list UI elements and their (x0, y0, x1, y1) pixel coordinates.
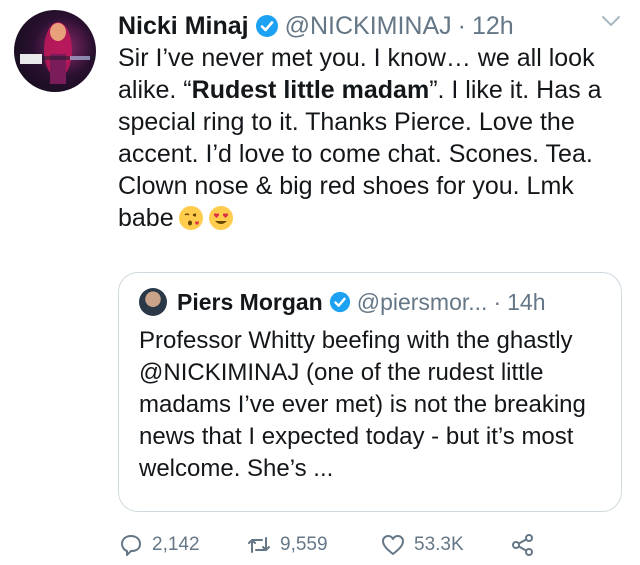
quoted-tweet-text: Professor Whitty beefing with the ghastl… (139, 327, 586, 482)
like-count: 53.3K (414, 534, 464, 555)
like-button[interactable]: 53.3K (380, 532, 464, 558)
separator-dot: · (493, 288, 502, 315)
reply-icon (121, 535, 141, 556)
author-name[interactable]: Nicki Minaj (118, 12, 249, 41)
face-blowing-kiss-icon (178, 206, 203, 230)
separator-dot: · (457, 11, 466, 40)
heart-icon (382, 535, 404, 555)
retweet-icon (248, 537, 270, 553)
share-button[interactable] (510, 532, 544, 558)
quoted-tweet-header: Piers Morgan @piersmor... · 14h (139, 287, 607, 317)
retweet-button[interactable]: 9,559 (246, 532, 328, 558)
quoted-tweet[interactable]: Piers Morgan @piersmor... · 14h Professo… (118, 272, 622, 512)
verified-badge-icon (329, 291, 350, 313)
reply-count: 2,142 (152, 534, 200, 555)
verified-badge-icon (255, 15, 278, 37)
quoted-author-avatar (139, 288, 167, 316)
tweet-header: Nicki Minaj @NICKIMINAJ · 12h (118, 10, 620, 42)
tweet-text: Sir I’ve never met you. I know… we all l… (118, 42, 628, 239)
tweet-timestamp[interactable]: 12h (472, 12, 514, 41)
author-handle[interactable]: @NICKIMINAJ (285, 12, 452, 41)
share-icon (512, 534, 533, 556)
quoted-author-name: Piers Morgan (177, 288, 323, 315)
reply-button[interactable]: 2,142 (118, 532, 200, 558)
heart-eyes-icon (208, 206, 233, 230)
album-art-icon (14, 22, 96, 84)
tweet-text-bold: Rudest little madam (191, 76, 430, 104)
quoted-timestamp: 14h (507, 288, 546, 315)
retweet-count: 9,559 (280, 534, 328, 555)
tweet-actions: 2,142 9,559 53.3K (118, 532, 618, 564)
chevron-down-icon[interactable] (600, 14, 622, 28)
author-avatar[interactable] (14, 10, 96, 92)
quoted-author-handle: @piersmor... (356, 288, 488, 315)
